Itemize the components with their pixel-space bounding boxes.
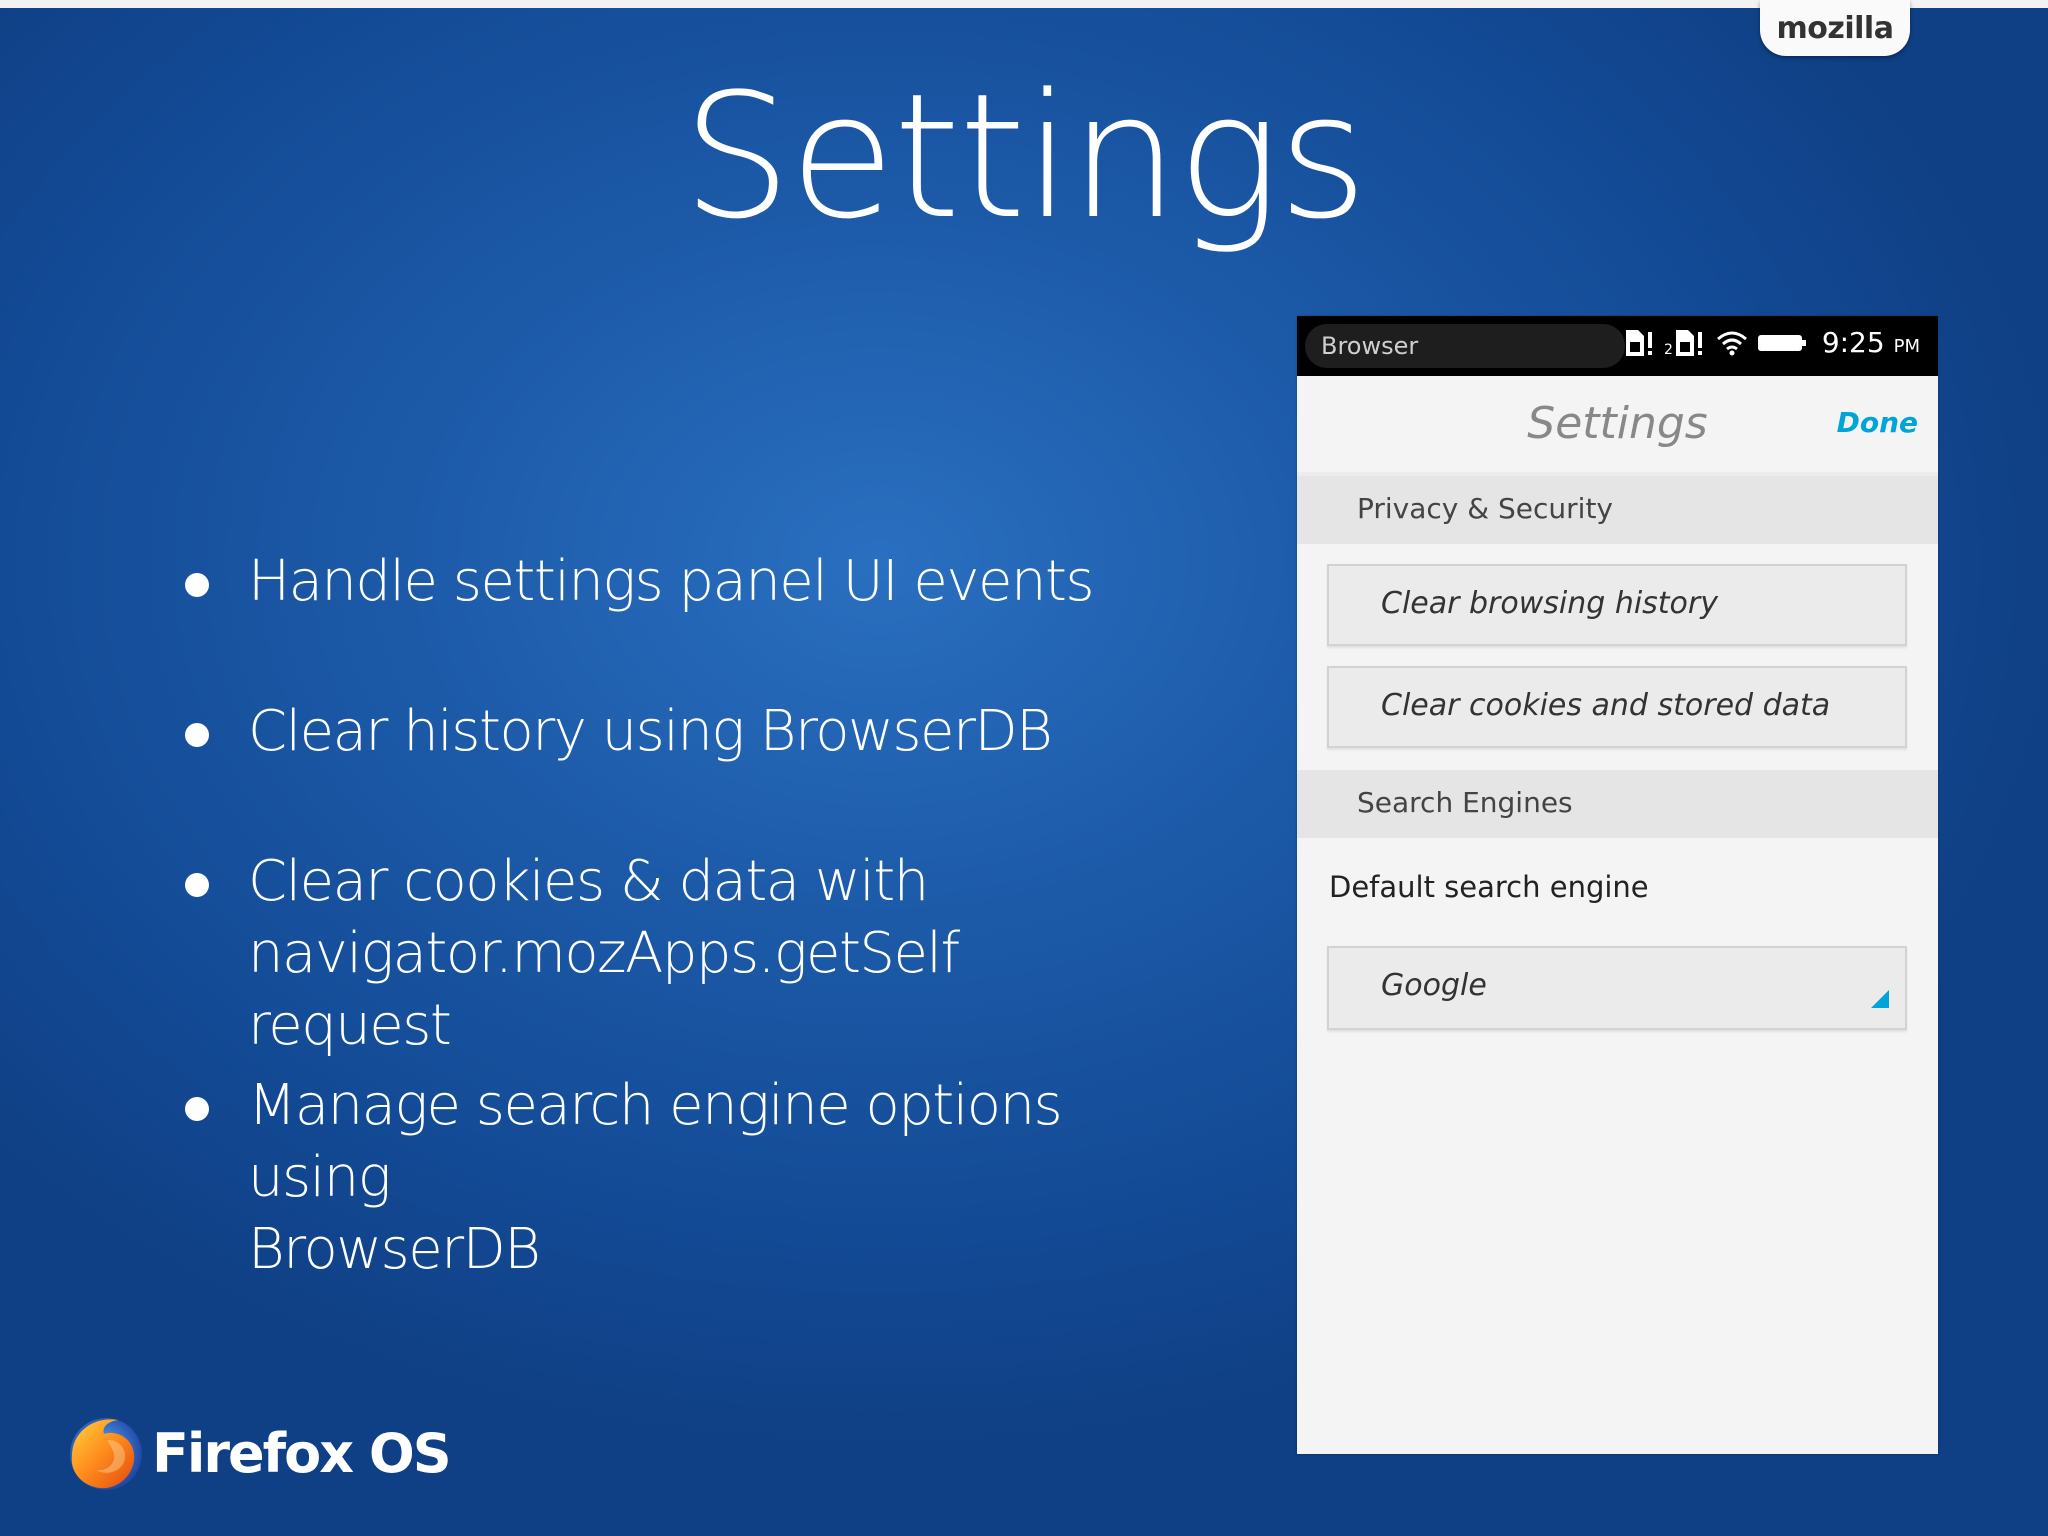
firefox-os-logo: Firefox OS — [62, 1410, 452, 1496]
sim-card-icon — [1625, 329, 1652, 356]
search-engine-select[interactable]: Google — [1327, 946, 1907, 1030]
svg-text:2: 2 — [1664, 342, 1673, 358]
wifi-icon — [1716, 331, 1747, 355]
section-header-search: Search Engines — [1297, 770, 1938, 838]
clear-cookies-button[interactable]: Clear cookies and stored data — [1327, 666, 1907, 748]
status-bar: Browser 2 9:25 PM — [1297, 316, 1938, 376]
bullet-item: Clear history using BrowserDB — [176, 696, 1053, 768]
app-title-pill: Browser — [1305, 324, 1625, 368]
bullet-text: BrowserDB — [248, 1217, 541, 1282]
slide: mozilla Settings Handle settings panel U… — [0, 0, 2048, 1536]
clock-time: 9:25 — [1821, 326, 1885, 359]
button-label: Clear cookies and stored data — [1381, 688, 1831, 723]
bullet-item: Clear cookies & data with navigator.mozA… — [176, 846, 1176, 1062]
section-header-privacy: Privacy & Security — [1297, 476, 1938, 544]
default-search-engine-label: Default search engine — [1329, 870, 1649, 904]
app-name: Browser — [1321, 332, 1419, 360]
bullet-item: Manage search engine options using Brows… — [176, 1070, 1176, 1286]
phone-screenshot: Browser 2 9:25 PM Settings Done Privacy … — [1297, 316, 1938, 1454]
select-value: Google — [1381, 968, 1487, 1003]
section-body-search — [1297, 838, 1938, 1454]
slide-title: Settings — [682, 56, 1368, 257]
status-clock: 9:25 PM — [1822, 326, 1920, 359]
bullet-text: Clear history using BrowserDB — [248, 699, 1053, 764]
mozilla-tab: mozilla — [1760, 0, 1910, 56]
section-title: Search Engines — [1357, 786, 1573, 819]
settings-header: Settings Done — [1297, 376, 1938, 472]
button-label: Clear browsing history — [1381, 586, 1719, 621]
clear-history-button[interactable]: Clear browsing history — [1327, 564, 1907, 646]
mozilla-wordmark: mozilla — [1776, 10, 1894, 46]
bullet-text: Manage search engine options using — [248, 1073, 1063, 1210]
clock-ampm: PM — [1893, 336, 1920, 357]
sim-card-2-icon: 2 — [1664, 329, 1702, 358]
done-button[interactable]: Done — [1837, 406, 1918, 439]
status-icons: 2 9:25 PM — [1622, 326, 1920, 359]
bullet-text: Handle settings panel UI events — [248, 549, 1095, 614]
section-title: Privacy & Security — [1357, 492, 1613, 525]
bullet-text: navigator.mozApps.getSelf request — [248, 921, 960, 1058]
bullet-item: Handle settings panel UI events — [176, 546, 1095, 618]
battery-icon — [1757, 334, 1806, 351]
firefox-os-wordmark: Firefox OS — [152, 1421, 452, 1485]
top-strip — [0, 0, 2048, 8]
dropdown-triangle-icon — [1871, 990, 1889, 1008]
bullet-text: Clear cookies & data with — [248, 849, 929, 914]
firefox-logo-icon — [70, 1418, 142, 1490]
